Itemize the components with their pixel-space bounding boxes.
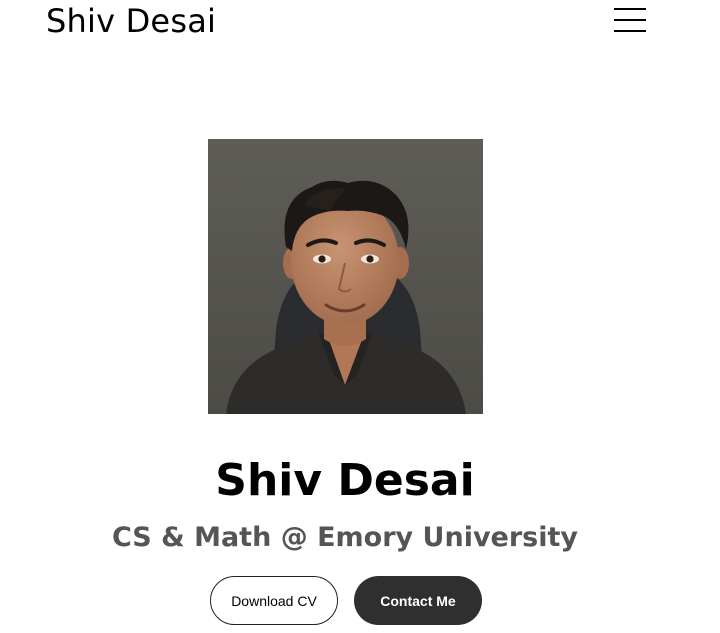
contact-me-button[interactable]: Contact Me	[354, 576, 482, 625]
profile-photo	[208, 139, 483, 414]
profile-subtitle: CS & Math @ Emory University	[111, 522, 579, 553]
download-cv-button[interactable]: Download CV	[210, 576, 338, 625]
site-logo[interactable]: Shiv Desai	[46, 0, 216, 40]
menu-bar-bottom	[614, 30, 646, 32]
hamburger-menu-icon[interactable]	[614, 8, 646, 34]
menu-bar-top	[614, 8, 646, 10]
profile-name: Shiv Desai	[215, 455, 475, 500]
menu-bar-middle	[614, 19, 646, 21]
